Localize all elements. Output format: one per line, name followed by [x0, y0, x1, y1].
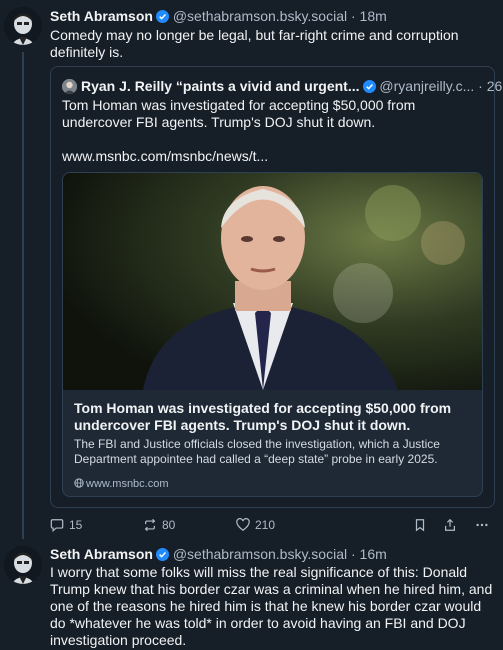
reply-button[interactable]: 15	[50, 517, 82, 533]
author-handle[interactable]: @sethabramson.bsky.social	[173, 8, 347, 24]
author-name[interactable]: Seth Abramson	[50, 546, 153, 562]
share-button[interactable]	[443, 517, 462, 533]
bookmark-button[interactable]	[413, 517, 432, 533]
card-domain: www.msnbc.com	[74, 478, 169, 491]
quote-header: Ryan J. Reilly “paints a vivid and urgen…	[62, 78, 503, 95]
verified-badge-icon	[155, 10, 169, 23]
post-2[interactable]: Seth Abramson @sethabramson.bsky.social …	[0, 540, 503, 650]
more-options-button[interactable]	[475, 517, 494, 533]
repost-arrows-icon	[144, 518, 156, 532]
post-time[interactable]: · 18m	[351, 8, 387, 24]
post-time[interactable]: · 16m	[351, 546, 387, 562]
card-domain-text: www.msnbc.com	[86, 478, 169, 490]
author-name[interactable]: Seth Abramson	[50, 8, 153, 24]
card-title: Tom Homan was investigated for accepting…	[74, 400, 452, 433]
post-header: Seth Abramson @sethabramson.bsky.social …	[50, 8, 387, 25]
quote-post[interactable]: Ryan J. Reilly “paints a vivid and urgen…	[50, 66, 503, 508]
quote-text: Tom Homan was investigated for accepting…	[62, 97, 416, 130]
avatar[interactable]	[4, 546, 42, 584]
reply-count: 15	[69, 518, 83, 532]
avatar[interactable]	[4, 7, 42, 45]
ellipsis-icon	[476, 523, 488, 527]
like-button[interactable]: 210	[236, 517, 275, 533]
post-actions: 15 80 210	[50, 517, 495, 533]
post-1[interactable]: Seth Abramson @sethabramson.bsky.social …	[0, 0, 503, 545]
heart-icon	[236, 518, 250, 532]
quote-author-name: Ryan J. Reilly “paints a vivid and urgen…	[81, 78, 360, 94]
verified-badge-icon	[362, 80, 376, 93]
quote-time: · 26m	[478, 78, 503, 94]
card-image	[63, 173, 482, 390]
post-header: Seth Abramson @sethabramson.bsky.social …	[50, 546, 387, 563]
post-text: Comedy may no longer be legal, but far-r…	[50, 27, 459, 60]
globe-icon	[74, 478, 84, 488]
quote-link[interactable]: www.msnbc.com/msnbc/news/t...	[62, 148, 268, 165]
like-count: 210	[255, 518, 276, 532]
repost-button[interactable]: 80	[143, 517, 175, 533]
speech-bubble-icon	[50, 519, 64, 532]
repost-count: 80	[162, 518, 176, 532]
bookmark-icon	[415, 519, 425, 532]
quote-avatar	[62, 79, 77, 94]
author-handle[interactable]: @sethabramson.bsky.social	[173, 546, 347, 562]
card-description: The FBI and Justice officials closed the…	[74, 437, 440, 466]
share-icon	[445, 518, 455, 531]
post-text: I worry that some folks will miss the re…	[50, 564, 493, 648]
quote-author-handle: @ryanjreilly.c...	[379, 78, 475, 94]
verified-badge-icon	[155, 548, 169, 561]
link-card[interactable]: Tom Homan was investigated for accepting…	[62, 172, 483, 497]
